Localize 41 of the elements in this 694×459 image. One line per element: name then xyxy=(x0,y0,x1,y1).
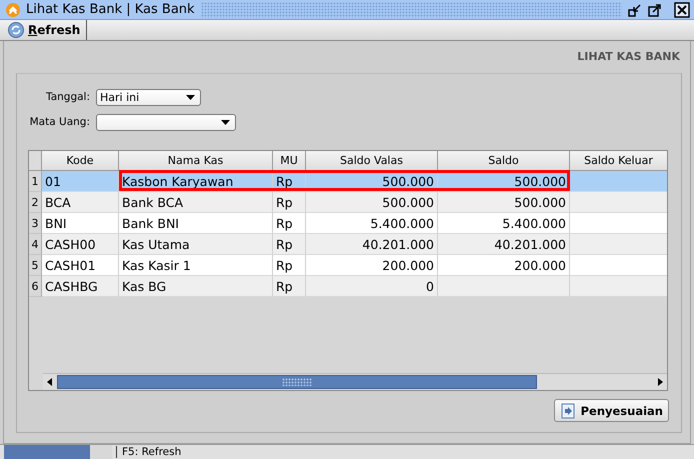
field-label: Mata Uang: xyxy=(28,116,90,128)
dropdown-field[interactable] xyxy=(96,114,236,130)
refresh-button[interactable]: Refresh xyxy=(0,20,88,40)
table-row[interactable]: 4 CASH00 Kas Utama Rp 40.201.000 40.201.000 xyxy=(29,234,667,255)
table-cell: Rp xyxy=(273,276,306,297)
horizontal-scrollbar[interactable] xyxy=(43,373,667,390)
table-cell: CASHBG xyxy=(42,276,119,297)
window-title: Lihat Kas Bank | Kas Bank xyxy=(26,2,195,18)
scroll-thumb[interactable] xyxy=(57,375,537,389)
row-number: 4 xyxy=(29,234,42,255)
row-number: 1 xyxy=(29,171,42,192)
app-logo-icon xyxy=(6,2,20,17)
restore-icon[interactable] xyxy=(628,2,642,17)
dropdown-field[interactable]: Hari ini xyxy=(96,88,201,106)
table-row[interactable]: 6 CASHBG Kas BG Rp 0 xyxy=(29,276,667,297)
table-row[interactable]: 1 01 Kasbon Karyawan Rp 500.000 500.000 xyxy=(29,171,667,192)
adjustment-button[interactable]: Penyesuaian xyxy=(554,399,669,422)
table-cell: Kas BG xyxy=(119,276,273,297)
maximize-icon[interactable] xyxy=(648,2,662,17)
row-number: 3 xyxy=(29,213,42,234)
dropdown-arrow-icon xyxy=(221,120,230,124)
column-header[interactable]: Saldo xyxy=(438,151,570,171)
row-number: 6 xyxy=(29,276,42,297)
column-header[interactable]: MU xyxy=(273,151,306,171)
column-header[interactable]: Nama Kas xyxy=(119,151,273,171)
table-row[interactable]: 5 CASH01 Kas Kasir 1 Rp 200.000 200.000 xyxy=(29,255,667,276)
refresh-icon xyxy=(8,22,24,38)
table-cell: 0 xyxy=(306,276,438,297)
status-text: F5: Refresh xyxy=(116,446,182,458)
page-heading: LIHAT KAS BANK xyxy=(576,49,682,65)
row-number: 5 xyxy=(29,255,42,276)
field-label: Tanggal: xyxy=(45,91,90,103)
row-number: 2 xyxy=(29,192,42,213)
column-header[interactable]: Saldo Keluar xyxy=(570,151,667,171)
table-row[interactable]: 2 BCA Bank BCA Rp 500.000 500.000 xyxy=(29,192,667,213)
dropdown-arrow-icon xyxy=(186,94,195,100)
column-header[interactable]: Saldo Valas xyxy=(306,151,438,171)
table-row[interactable]: 3 BNI Bank BNI Rp 5.400.000 5.400.000 xyxy=(29,213,667,234)
arrow-document-icon xyxy=(560,402,576,418)
close-icon[interactable] xyxy=(674,2,690,18)
column-header[interactable]: Kode xyxy=(42,151,119,171)
